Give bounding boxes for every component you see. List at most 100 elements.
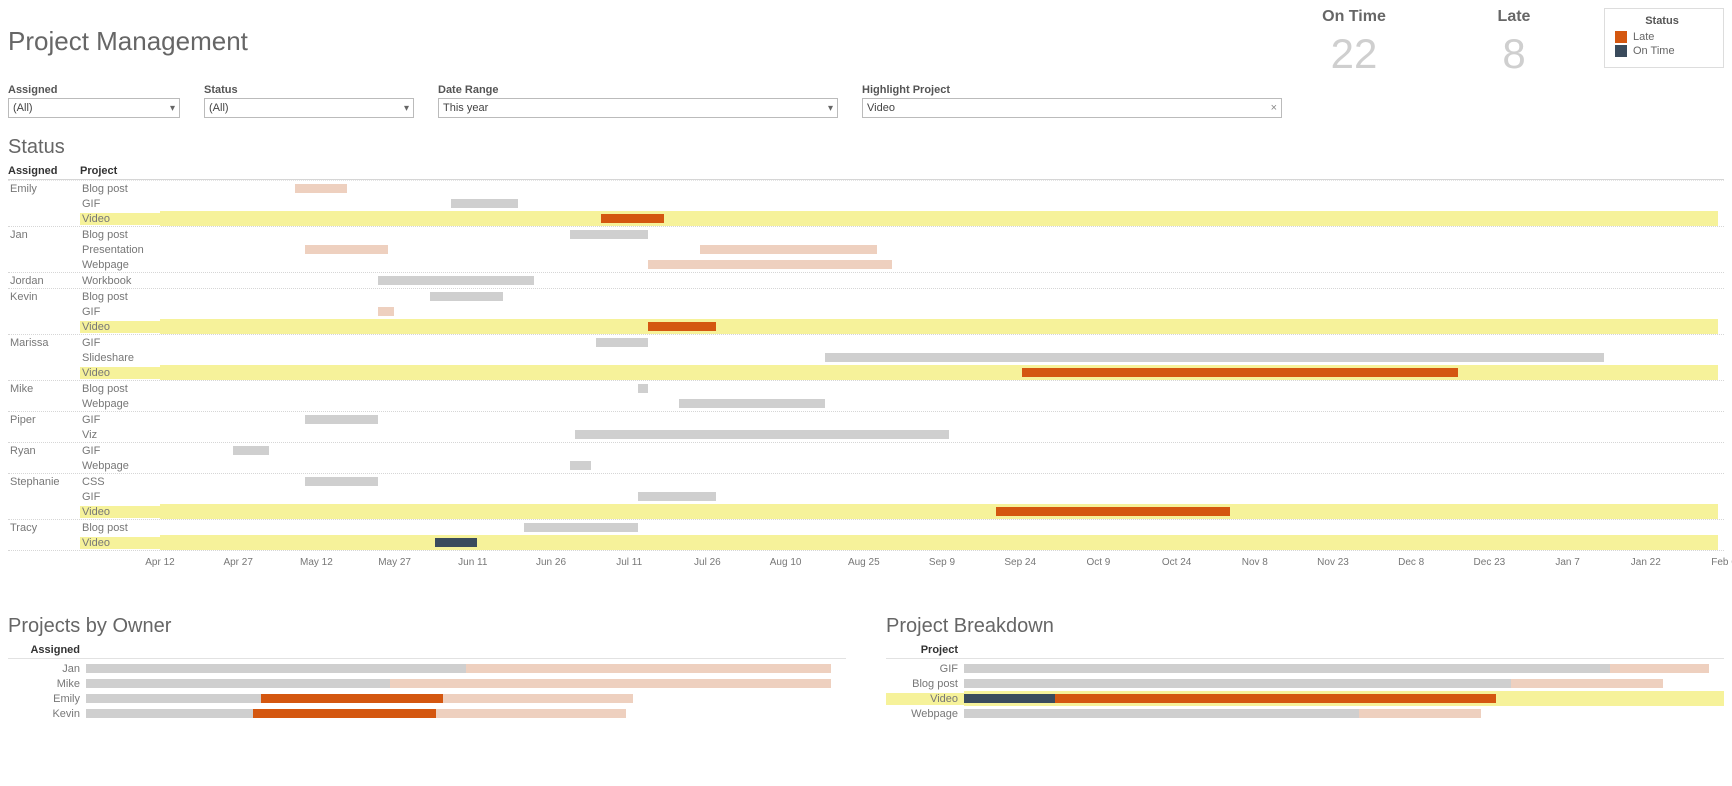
gantt-bar[interactable] <box>679 399 824 408</box>
stacked-segment[interactable] <box>1610 664 1709 673</box>
stacked-row[interactable]: Webpage <box>886 706 1724 721</box>
gantt-bar[interactable] <box>638 492 716 501</box>
gantt-assignee-label: Jan <box>8 229 80 241</box>
stacked-row-label: Jan <box>8 663 86 675</box>
gantt-bar[interactable] <box>648 322 716 331</box>
gantt-bar[interactable] <box>1022 368 1458 377</box>
gantt-assignee-label: Ryan <box>8 445 80 457</box>
gantt-row[interactable]: PiperGIF <box>8 412 1724 427</box>
gantt-bar[interactable] <box>996 507 1230 516</box>
axis-tick: Sep 9 <box>929 557 955 568</box>
gantt-bar[interactable] <box>825 353 1604 362</box>
stacked-segment[interactable] <box>261 694 443 703</box>
stacked-segment[interactable] <box>86 679 390 688</box>
gantt-bar[interactable] <box>305 245 388 254</box>
gantt-row[interactable]: MikeBlog post <box>8 381 1724 396</box>
stacked-segment[interactable] <box>1055 694 1496 703</box>
gantt-bar[interactable] <box>435 538 477 547</box>
gantt-row[interactable]: Presentation <box>8 242 1724 257</box>
stacked-segment[interactable] <box>86 709 253 718</box>
gantt-row[interactable]: Video <box>8 365 1724 380</box>
gantt-bar[interactable] <box>378 307 394 316</box>
stacked-segment[interactable] <box>466 664 831 673</box>
filter-assigned-select[interactable]: (All) <box>8 98 180 118</box>
gantt-bar[interactable] <box>700 245 877 254</box>
legend-label-late: Late <box>1633 31 1654 43</box>
stacked-row[interactable]: GIF <box>886 661 1724 676</box>
gantt-bar[interactable] <box>648 260 892 269</box>
filter-daterange-select[interactable]: This year <box>438 98 838 118</box>
stacked-row[interactable]: Mike <box>8 676 846 691</box>
stacked-row[interactable]: Kevin <box>8 706 846 721</box>
gantt-bar[interactable] <box>596 338 648 347</box>
stacked-segment[interactable] <box>86 694 261 703</box>
filter-status-select[interactable]: (All) <box>204 98 414 118</box>
gantt-row[interactable]: Webpage <box>8 257 1724 272</box>
gantt-row[interactable]: Video <box>8 504 1724 519</box>
stacked-segment[interactable] <box>1511 679 1663 688</box>
stacked-segment[interactable] <box>436 709 626 718</box>
gantt-assignee-label: Mike <box>8 383 80 395</box>
stacked-row[interactable]: Video <box>886 691 1724 706</box>
legend-item-ontime[interactable]: On Time <box>1615 45 1709 57</box>
filter-highlight-input[interactable]: Video × <box>862 98 1282 118</box>
gantt-row[interactable]: GIF <box>8 489 1724 504</box>
gantt-row[interactable]: KevinBlog post <box>8 289 1724 304</box>
gantt-row[interactable]: Video <box>8 535 1724 550</box>
gantt-bar[interactable] <box>524 523 638 532</box>
gantt-row[interactable]: Webpage <box>8 458 1724 473</box>
gantt-bar[interactable] <box>378 276 534 285</box>
stacked-segment[interactable] <box>86 664 466 673</box>
axis-tick: Oct 9 <box>1086 557 1110 568</box>
gantt-row[interactable]: MarissaGIF <box>8 335 1724 350</box>
gantt-row[interactable]: Video <box>8 211 1724 226</box>
legend-swatch-late <box>1615 31 1627 43</box>
gantt-row[interactable]: Video <box>8 319 1724 334</box>
gantt-project-label: Video <box>80 506 160 518</box>
legend-item-late[interactable]: Late <box>1615 31 1709 43</box>
stacked-segment[interactable] <box>443 694 633 703</box>
stacked-segment[interactable] <box>1359 709 1481 718</box>
gantt-row[interactable]: JordanWorkbook <box>8 273 1724 288</box>
gantt-row[interactable]: EmilyBlog post <box>8 181 1724 196</box>
stacked-row[interactable]: Blog post <box>886 676 1724 691</box>
stacked-segment[interactable] <box>964 709 1359 718</box>
gantt-row[interactable]: GIF <box>8 304 1724 319</box>
stacked-row[interactable]: Emily <box>8 691 846 706</box>
gantt-row[interactable]: StephanieCSS <box>8 474 1724 489</box>
gantt-row[interactable]: Viz <box>8 427 1724 442</box>
gantt-bar[interactable] <box>451 199 519 208</box>
stacked-segment[interactable] <box>390 679 831 688</box>
gantt-bar[interactable] <box>305 477 378 486</box>
gantt-bar[interactable] <box>575 430 949 439</box>
stacked-segment[interactable] <box>964 694 1055 703</box>
stacked-segment[interactable] <box>964 664 1610 673</box>
stacked-row[interactable]: Jan <box>8 661 846 676</box>
gantt-track <box>160 504 1718 519</box>
gantt-row[interactable]: TracyBlog post <box>8 520 1724 535</box>
gantt-track <box>160 458 1718 473</box>
kpi-late: Late 8 <box>1454 8 1574 78</box>
gantt-row[interactable]: JanBlog post <box>8 227 1724 242</box>
gantt-row[interactable]: Slideshare <box>8 350 1724 365</box>
gantt-bar[interactable] <box>295 184 347 193</box>
gantt-bar[interactable] <box>305 415 378 424</box>
stacked-segment[interactable] <box>964 679 1511 688</box>
stacked-track <box>86 691 846 706</box>
gantt-project-label: Video <box>80 321 160 333</box>
axis-tick: Dec 8 <box>1398 557 1424 568</box>
gantt-bar[interactable] <box>601 214 663 223</box>
gantt-project-label: Presentation <box>80 244 160 256</box>
gantt-row[interactable]: Webpage <box>8 396 1724 411</box>
stacked-segment[interactable] <box>253 709 435 718</box>
axis-tick: Aug 10 <box>770 557 802 568</box>
gantt-row[interactable]: RyanGIF <box>8 443 1724 458</box>
gantt-row[interactable]: GIF <box>8 196 1724 211</box>
gantt-bar[interactable] <box>570 230 648 239</box>
clear-icon[interactable]: × <box>1271 102 1277 114</box>
gantt-bar[interactable] <box>570 461 591 470</box>
gantt-track <box>160 381 1718 396</box>
gantt-bar[interactable] <box>638 384 648 393</box>
gantt-bar[interactable] <box>233 446 269 455</box>
gantt-bar[interactable] <box>430 292 503 301</box>
